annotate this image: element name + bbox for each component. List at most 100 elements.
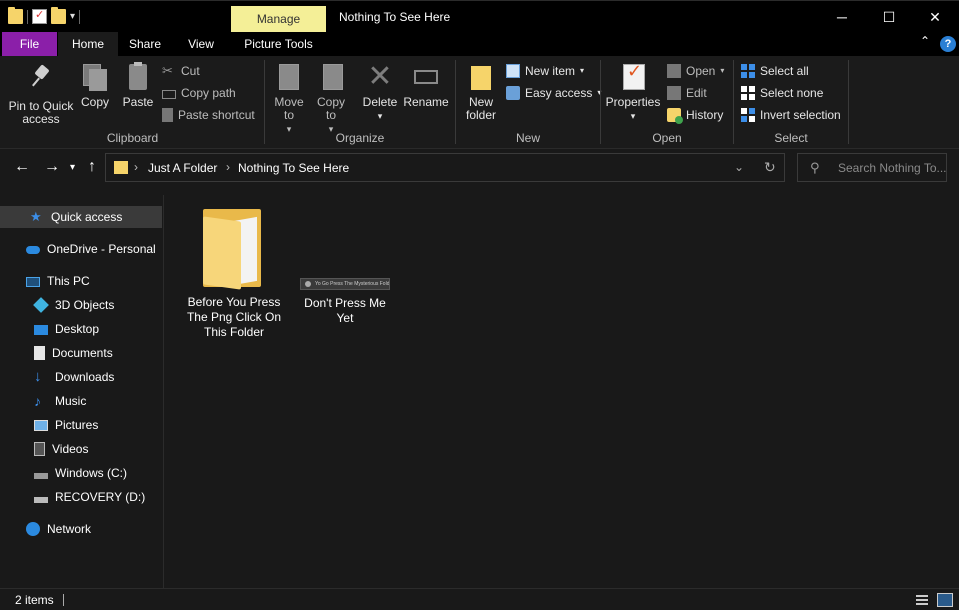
- star-icon: ★: [30, 209, 42, 224]
- document-icon: [34, 346, 45, 360]
- customize-toolbar-icon[interactable]: ▾: [70, 11, 75, 22]
- tab-home[interactable]: Home: [58, 32, 118, 56]
- collapse-ribbon-icon[interactable]: ⌃: [920, 34, 930, 48]
- select-none-button[interactable]: Select none: [741, 83, 823, 103]
- copy-to-button[interactable]: Copy to ▾: [313, 62, 349, 136]
- nav-item-pictures[interactable]: Pictures: [0, 414, 162, 436]
- nav-item-quick-access[interactable]: ★ Quick access: [0, 206, 162, 228]
- file-list: Before You Press The Png Click On This F…: [165, 195, 959, 588]
- nav-item-label: Music: [55, 394, 87, 408]
- nav-item-music[interactable]: ♪ Music: [0, 390, 162, 412]
- open-label: Open: [686, 64, 716, 78]
- file-name: Don't Press Me Yet: [304, 296, 386, 325]
- breadcrumb-nothing-to-see-here[interactable]: Nothing To See Here: [238, 161, 349, 175]
- tab-share[interactable]: Share: [120, 32, 170, 56]
- nav-item-downloads[interactable]: ↓ Downloads: [0, 366, 162, 388]
- help-icon[interactable]: ?: [940, 36, 956, 52]
- nav-item-label: This PC: [47, 274, 90, 288]
- back-arrow-icon[interactable]: ←: [14, 158, 30, 176]
- invert-selection-icon: [741, 108, 755, 122]
- maximize-button[interactable]: ☐: [866, 1, 912, 33]
- pin-to-quick-access-button[interactable]: Pin to Quick access: [6, 62, 76, 126]
- tab-file[interactable]: File: [2, 32, 57, 56]
- rename-button[interactable]: Rename: [403, 62, 449, 109]
- nav-item-recovery-d[interactable]: RECOVERY (D:): [0, 486, 162, 508]
- tab-view[interactable]: View: [176, 32, 226, 56]
- large-icons-view-icon[interactable]: [937, 593, 953, 607]
- breadcrumb-separator-icon[interactable]: ›: [226, 160, 230, 174]
- close-button[interactable]: ✕: [912, 1, 958, 33]
- nav-item-network[interactable]: Network: [0, 518, 162, 540]
- up-arrow-icon[interactable]: ↑: [88, 158, 96, 176]
- open-button[interactable]: Open ▾: [667, 61, 724, 81]
- move-to-button[interactable]: Move to ▾: [271, 62, 307, 136]
- delete-button[interactable]: ✕ Delete ▾: [361, 62, 399, 123]
- delete-icon: ✕: [367, 60, 393, 93]
- nav-item-label: Downloads: [55, 370, 115, 384]
- chevron-down-icon[interactable]: ⌄: [734, 160, 744, 174]
- file-item-png[interactable]: Yo Go Press The Mysterious Folder Don't …: [295, 207, 395, 326]
- new-folder-icon[interactable]: [51, 7, 66, 24]
- ribbon: Pin to Quick access Copy Paste ✂ Cut Cop…: [0, 56, 959, 149]
- breadcrumb-separator-icon[interactable]: ›: [134, 160, 138, 174]
- open-group: Properties▾ Open ▾ Edit History Open: [601, 56, 733, 149]
- desktop-icon: [34, 325, 48, 335]
- nav-item-onedrive[interactable]: OneDrive - Personal: [0, 238, 162, 260]
- divider: [848, 60, 849, 144]
- delete-label: Delete ▾: [362, 95, 398, 122]
- edit-button[interactable]: Edit: [667, 83, 707, 103]
- paste-shortcut-button[interactable]: Paste shortcut: [162, 105, 255, 125]
- easy-access-button[interactable]: Easy access ▾: [506, 83, 601, 103]
- download-arrow-icon: ↓: [34, 368, 42, 385]
- file-item-folder[interactable]: Before You Press The Png Click On This F…: [184, 207, 284, 340]
- nav-item-documents[interactable]: Documents: [0, 342, 162, 364]
- tab-manage[interactable]: Manage: [231, 6, 326, 33]
- nav-item-label: Network: [47, 522, 92, 536]
- new-group: New folder New item ▾ Easy access ▾ New: [456, 56, 601, 149]
- details-view-icon[interactable]: [914, 593, 930, 607]
- properties-icon[interactable]: [32, 8, 47, 24]
- address-bar[interactable]: › Just A Folder › Nothing To See Here ⌄ …: [105, 153, 785, 182]
- paste-button[interactable]: Paste: [120, 62, 156, 109]
- clipboard-group: Pin to Quick access Copy Paste ✂ Cut Cop…: [0, 56, 265, 149]
- rename-label: Rename: [403, 95, 449, 109]
- tab-picture-tools[interactable]: Picture Tools: [231, 32, 326, 56]
- open-icon: [667, 64, 681, 78]
- organize-group: Move to ▾ Copy to ▾ ✕ Delete ▾ Rename Organ…: [265, 56, 455, 149]
- invert-selection-button[interactable]: Invert selection: [741, 105, 841, 125]
- select-all-button[interactable]: Select all: [741, 61, 809, 81]
- refresh-icon[interactable]: ↻: [764, 159, 776, 176]
- nav-item-label: Windows (C:): [55, 466, 128, 480]
- properties-button[interactable]: Properties▾: [605, 62, 661, 123]
- folder-icon: [201, 207, 267, 290]
- properties-icon: [619, 62, 647, 92]
- nav-item-3d-objects[interactable]: 3D Objects: [0, 294, 162, 316]
- new-folder-button[interactable]: New folder: [462, 62, 500, 122]
- nav-item-desktop[interactable]: Desktop: [0, 318, 162, 340]
- select-all-icon: [741, 64, 755, 78]
- nav-item-this-pc[interactable]: This PC: [0, 270, 162, 292]
- nav-item-windows-c[interactable]: Windows (C:): [0, 462, 162, 484]
- cut-button[interactable]: ✂ Cut: [162, 61, 200, 81]
- forward-arrow-icon[interactable]: →: [44, 158, 60, 176]
- history-icon: [667, 108, 683, 124]
- move-to-icon: [275, 62, 303, 92]
- folder-icon: [114, 161, 128, 174]
- nav-item-label: Quick access: [51, 210, 123, 224]
- select-none-icon: [741, 86, 755, 100]
- easy-access-icon: [506, 86, 520, 100]
- paste-icon: [124, 62, 152, 92]
- breadcrumb-just-a-folder[interactable]: Just A Folder: [148, 161, 217, 175]
- new-item-button[interactable]: New item ▾: [506, 61, 584, 81]
- drive-icon: [34, 473, 48, 479]
- copy-path-button[interactable]: Copy path: [162, 83, 236, 103]
- minimize-button[interactable]: ─: [819, 1, 865, 33]
- history-button[interactable]: History: [667, 105, 723, 125]
- nav-item-videos[interactable]: Videos: [0, 438, 162, 460]
- recent-locations-icon[interactable]: ▾: [70, 162, 75, 173]
- nav-item-label: OneDrive - Personal: [47, 242, 156, 256]
- copy-button[interactable]: Copy: [78, 62, 112, 109]
- item-count: 2 items: [15, 593, 54, 607]
- copy-to-icon: [317, 62, 345, 92]
- search-input[interactable]: ⚲ Search Nothing To...: [797, 153, 947, 182]
